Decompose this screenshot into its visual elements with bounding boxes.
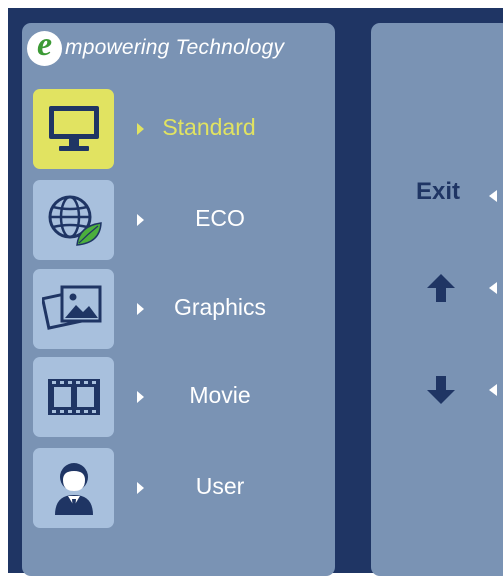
mode-pointer-icon bbox=[137, 391, 144, 403]
key-pointer-icon bbox=[489, 384, 497, 396]
film-strip-icon bbox=[33, 357, 114, 437]
mode-pointer-icon bbox=[137, 303, 144, 315]
exit-label: Exit bbox=[416, 178, 461, 205]
mode-pointer-icon bbox=[137, 482, 144, 494]
mode-pointer-icon bbox=[137, 214, 144, 226]
key-pointer-icon bbox=[489, 190, 497, 202]
globe-leaf-icon bbox=[33, 180, 114, 260]
arrow-up-icon bbox=[425, 272, 457, 309]
mode-user[interactable]: User bbox=[0, 448, 335, 530]
mode-label: ECO bbox=[195, 205, 245, 231]
mode-standard[interactable]: Standard bbox=[0, 89, 335, 171]
monitor-icon bbox=[33, 89, 114, 169]
mode-movie[interactable]: Movie bbox=[0, 357, 335, 439]
arrow-down-icon bbox=[425, 374, 457, 411]
mode-label: Standard bbox=[162, 114, 256, 140]
exit-key[interactable]: Exit bbox=[371, 178, 503, 218]
up-key[interactable] bbox=[371, 270, 503, 310]
mode-label: Movie bbox=[189, 382, 251, 408]
mode-graphics[interactable]: Graphics bbox=[0, 269, 335, 351]
mode-eco[interactable]: ECO bbox=[0, 180, 335, 262]
user-icon bbox=[33, 448, 114, 528]
mode-label: User bbox=[195, 473, 245, 499]
pictures-icon bbox=[33, 269, 114, 349]
brand-logo: e mpowering Technology bbox=[27, 28, 285, 66]
mode-label: Graphics bbox=[173, 294, 267, 320]
empowering-logo-icon: e bbox=[27, 28, 62, 66]
down-key[interactable] bbox=[371, 372, 503, 412]
key-pointer-icon bbox=[489, 282, 497, 294]
brand-tagline: mpowering Technology bbox=[65, 36, 285, 59]
